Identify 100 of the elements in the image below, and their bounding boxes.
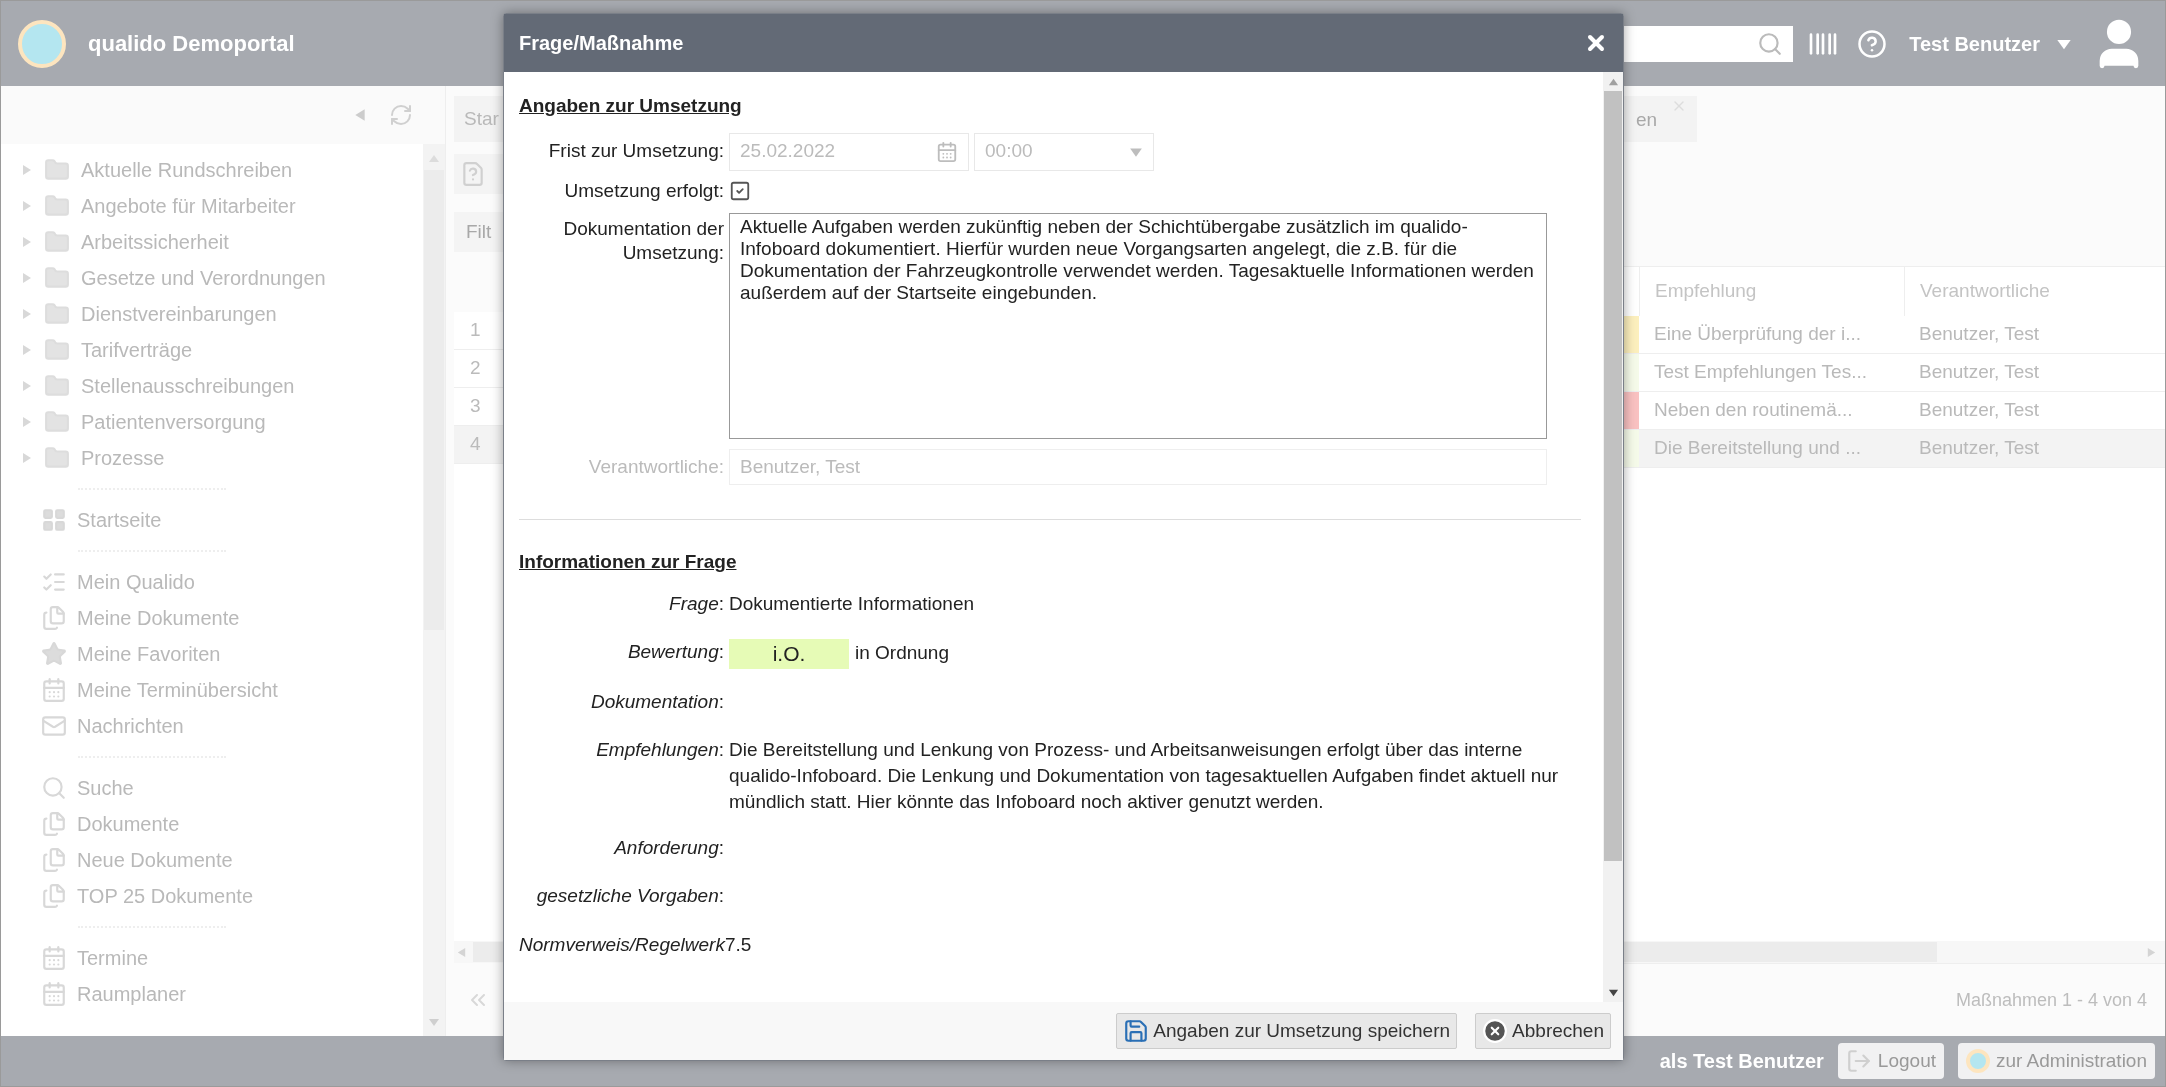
folder-icon [43, 229, 71, 255]
expand-icon[interactable] [21, 344, 33, 356]
user-menu[interactable]: Test Benutzer [1909, 28, 2040, 59]
table-row[interactable]: Test Empfehlungen Tes... Benutzer, Test [1622, 354, 2165, 392]
field-label: Verantwortliche: [587, 454, 725, 479]
field-label: Dokumentation der Umsetzung: [562, 217, 725, 265]
expand-icon[interactable] [21, 452, 33, 464]
document-question-icon [460, 160, 486, 188]
field-value: Dokumentierte Informationen [729, 591, 975, 616]
date-field[interactable]: 25.02.2022 [729, 132, 969, 171]
tree-item[interactable]: Angebote für Mitarbeiter [81, 191, 296, 221]
tree-item[interactable]: Stellenausschreibungen [81, 371, 295, 401]
cancel-icon [1482, 1018, 1509, 1044]
time-dropdown[interactable]: 00:00 [974, 132, 1154, 171]
folder-icon [43, 265, 71, 291]
calendar-icon [41, 677, 67, 703]
nav-item[interactable]: Dokumente [77, 809, 180, 839]
field-label: Anforderung: [612, 835, 725, 860]
toolbar-button[interactable] [454, 154, 503, 194]
filter-field[interactable]: Filt [454, 212, 503, 252]
nav-item[interactable]: Nachrichten [77, 711, 184, 741]
expand-icon[interactable] [21, 272, 33, 284]
expand-icon[interactable] [21, 380, 33, 392]
folder-icon [43, 301, 71, 327]
documents-icon [41, 605, 67, 631]
save-button[interactable]: Angaben zur Umsetzung speichern [1116, 1013, 1458, 1049]
rating-badge: i.O. [729, 638, 849, 669]
expand-icon[interactable] [21, 416, 33, 428]
table-row[interactable]: Eine Überprüfung der i... Benutzer, Test [1622, 316, 2165, 354]
collapse-icon[interactable] [353, 108, 367, 122]
star-icon [41, 641, 67, 667]
tree-item[interactable]: Patientenversorgung [81, 407, 266, 437]
table-cell-text: Benutzer, Test [1918, 398, 2041, 423]
table-cell-text: Neben den routinemä... [1653, 398, 1854, 423]
expand-icon[interactable] [21, 200, 33, 212]
expand-icon[interactable] [21, 308, 33, 320]
table-row[interactable]: Die Bereitstellung und ... Benutzer, Test [1622, 430, 2165, 468]
table-cell-text: Die Bereitstellung und ... [1653, 436, 1862, 461]
pagination-info: Maßnahmen 1 - 4 von 4 [1955, 988, 2147, 1012]
nav-item[interactable]: Meine Dokumente [77, 603, 240, 633]
table-row[interactable]: Neben den routinemä... Benutzer, Test [1622, 392, 2165, 430]
scroll-up-icon[interactable] [1607, 76, 1619, 87]
tree-item[interactable]: Aktuelle Rundschreiben [81, 155, 293, 185]
grid-icon [41, 507, 67, 533]
documentation-textarea[interactable]: Aktuelle Aufgaben werden zukünftig neben der Schichtübergabe zusätzlich im qualido-Infoboard dokumentiert. Hierfür wurden neue Vorgangsarten angelegt, die z.B. für die Dokumentation der Fahrzeugkontrolle verwendet werden. Tagesaktuelle Informationen werden außerdem auf der Startseite eingebunden. [729, 213, 1547, 439]
row-number: 1 [454, 312, 503, 350]
refresh-icon[interactable] [389, 103, 413, 127]
tab[interactable]: en [1622, 96, 1698, 142]
nav-item[interactable]: Neue Dokumente [77, 845, 233, 875]
tree-item[interactable]: Prozesse [81, 443, 165, 473]
search-icon [41, 775, 67, 801]
field-label: Dokumentation: [589, 689, 725, 714]
row-number: 3 [454, 388, 503, 426]
logout-icon [1845, 1048, 1872, 1074]
expand-icon[interactable] [21, 236, 33, 248]
expand-icon[interactable] [21, 164, 33, 176]
calendar-icon[interactable] [936, 140, 958, 163]
scroll-left-icon[interactable] [456, 946, 467, 958]
field-value: in Ordnung [855, 641, 949, 666]
nav-item[interactable]: TOP 25 Dokumente [77, 881, 254, 911]
nav-item[interactable]: Raumplaner [77, 979, 186, 1009]
nav-item[interactable]: Meine Terminübersicht [77, 675, 278, 705]
nav-item[interactable]: Meine Favoriten [77, 639, 221, 669]
administration-button[interactable]: zur Administration [1958, 1043, 2155, 1079]
tree-item[interactable]: Dienstvereinbarungen [81, 299, 277, 329]
table-cell-text: Benutzer, Test [1918, 322, 2041, 347]
tree-item[interactable]: Tarifverträge [81, 335, 193, 365]
tab[interactable]: Star [454, 96, 503, 142]
row-number: 2 [454, 350, 503, 388]
table-cell-text: Test Empfehlungen Tes... [1653, 360, 1868, 385]
tree-item[interactable]: Arbeitssicherheit [81, 227, 229, 257]
sidebar-scrollbar[interactable] [423, 144, 445, 1036]
table-cell-text: Benutzer, Test [1918, 360, 2041, 385]
scroll-down-icon[interactable] [1607, 987, 1619, 998]
horizontal-scrollbar[interactable] [454, 941, 503, 963]
nav-item[interactable]: Termine [77, 943, 149, 973]
logout-button[interactable]: Logout [1837, 1043, 1944, 1079]
checkbox[interactable] [729, 179, 751, 202]
mail-icon [41, 713, 67, 739]
nav-item[interactable]: Suche [77, 773, 134, 803]
dialog-scrollbar[interactable] [1603, 72, 1623, 1002]
documents-icon [41, 883, 67, 909]
cancel-button[interactable]: Abbrechen [1475, 1013, 1611, 1049]
login-info: als Test Benutzer [1659, 1049, 1824, 1074]
calendar-icon [41, 981, 67, 1007]
help-icon[interactable] [1857, 28, 1888, 59]
field-label: Frist zur Umsetzung: [547, 139, 725, 164]
search-icon[interactable] [1757, 30, 1784, 57]
logo-icon [1966, 1049, 1990, 1073]
brand-title: qualido Demoportal [88, 30, 295, 58]
nav-item[interactable]: Startseite [77, 505, 162, 535]
tree-item[interactable]: Gesetze und Verordnungen [81, 263, 326, 293]
field-value: 7.5 [724, 932, 752, 957]
scroll-right-icon[interactable] [2146, 946, 2157, 958]
folder-icon [43, 445, 71, 471]
field-label: gesetzliche Vorgaben: [535, 883, 725, 908]
horizontal-scrollbar[interactable] [1622, 941, 2165, 963]
folder-icon [43, 409, 71, 435]
dialog-title: Frage/Maßnahme [519, 31, 684, 56]
nav-item[interactable]: Mein Qualido [77, 567, 195, 597]
